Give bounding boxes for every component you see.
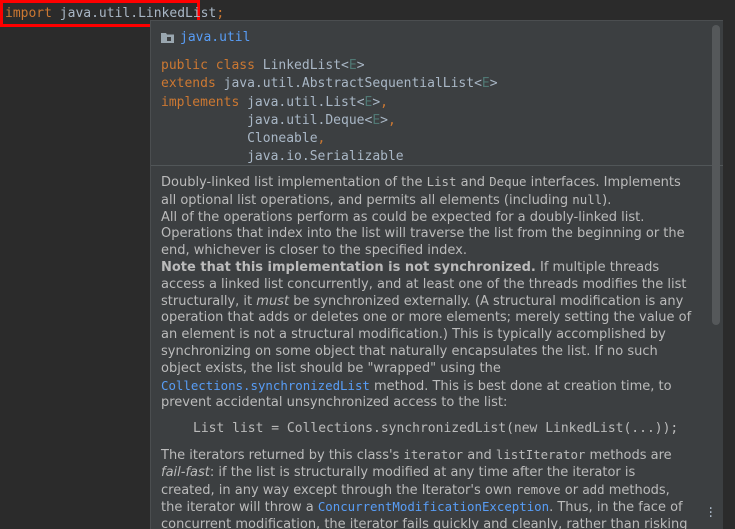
interface-cloneable[interactable]: Cloneable: [247, 131, 317, 146]
documentation-body: Doubly-linked list implementation of the…: [151, 166, 723, 529]
package-icon: [161, 32, 174, 43]
more-vertical-icon[interactable]: · · ·: [709, 502, 713, 524]
type-param: E: [348, 58, 357, 73]
class-name: LinkedList: [262, 58, 342, 73]
type-param: E: [481, 76, 490, 92]
interface-serializable[interactable]: java.io.Serializable: [247, 149, 404, 164]
code-example: List list = Collections.synchronizedList…: [193, 421, 679, 437]
type-param: E: [364, 94, 373, 110]
import-keyword: import: [5, 6, 52, 21]
public-class-keyword: public class: [161, 58, 255, 73]
extends-type[interactable]: java.util.AbstractSequentialList: [224, 76, 474, 91]
concurrent-modification-link[interactable]: ConcurrentModificationException: [318, 499, 549, 514]
import-semicolon: ;: [216, 6, 225, 21]
doc-paragraph-3: Note that this implementation is not syn…: [161, 259, 692, 411]
class-signature: public class LinkedList<E> extends java.…: [161, 58, 498, 165]
doc-paragraph-2: All of the operations perform as could b…: [161, 209, 685, 259]
documentation-popup[interactable]: java.util public class LinkedList<E> ext…: [150, 20, 723, 529]
package-name[interactable]: java.util: [180, 30, 250, 45]
package-row: java.util: [161, 27, 723, 47]
definition-section: java.util public class LinkedList<E> ext…: [151, 21, 723, 166]
scrollbar-thumb[interactable]: [712, 25, 720, 325]
interface-list[interactable]: java.util.List: [247, 95, 357, 110]
interface-deque[interactable]: java.util.Deque: [247, 113, 364, 128]
doc-paragraph-1: Doubly-linked list implementation of the…: [161, 174, 681, 208]
import-path[interactable]: java.util.LinkedList: [60, 6, 217, 21]
synchronized-list-link[interactable]: Collections.synchronizedList: [161, 378, 370, 393]
type-param: E: [372, 112, 381, 128]
implements-keyword: implements: [161, 94, 240, 110]
extends-keyword: extends: [161, 76, 216, 92]
doc-paragraph-4: The iterators returned by this class's i…: [161, 446, 688, 529]
